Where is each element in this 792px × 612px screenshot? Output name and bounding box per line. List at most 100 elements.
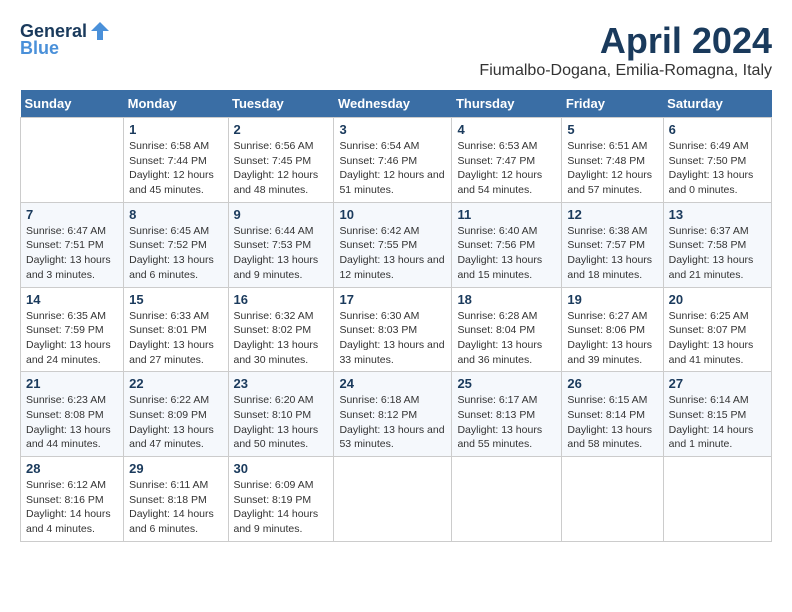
table-row: 10 Sunrise: 6:42 AMSunset: 7:55 PMDaylig… (334, 202, 452, 287)
table-row: 8 Sunrise: 6:45 AMSunset: 7:52 PMDayligh… (124, 202, 228, 287)
day-info: Sunrise: 6:27 AMSunset: 8:06 PMDaylight:… (567, 309, 657, 368)
day-info: Sunrise: 6:42 AMSunset: 7:55 PMDaylight:… (339, 224, 446, 283)
day-info: Sunrise: 6:28 AMSunset: 8:04 PMDaylight:… (457, 309, 556, 368)
table-row (334, 457, 452, 542)
table-row: 18 Sunrise: 6:28 AMSunset: 8:04 PMDaylig… (452, 287, 562, 372)
calendar-title: April 2024 (479, 20, 772, 62)
table-row: 21 Sunrise: 6:23 AMSunset: 8:08 PMDaylig… (21, 372, 124, 457)
day-info: Sunrise: 6:51 AMSunset: 7:48 PMDaylight:… (567, 139, 657, 198)
table-row: 6 Sunrise: 6:49 AMSunset: 7:50 PMDayligh… (663, 118, 771, 203)
day-number: 15 (129, 292, 222, 307)
table-row: 13 Sunrise: 6:37 AMSunset: 7:58 PMDaylig… (663, 202, 771, 287)
day-number: 2 (234, 122, 329, 137)
table-row: 27 Sunrise: 6:14 AMSunset: 8:15 PMDaylig… (663, 372, 771, 457)
calendar-week-row: 14 Sunrise: 6:35 AMSunset: 7:59 PMDaylig… (21, 287, 772, 372)
table-row: 2 Sunrise: 6:56 AMSunset: 7:45 PMDayligh… (228, 118, 334, 203)
day-number: 20 (669, 292, 766, 307)
day-number: 27 (669, 376, 766, 391)
day-info: Sunrise: 6:32 AMSunset: 8:02 PMDaylight:… (234, 309, 329, 368)
calendar-subtitle: Fiumalbo-Dogana, Emilia-Romagna, Italy (479, 62, 772, 80)
table-row: 22 Sunrise: 6:22 AMSunset: 8:09 PMDaylig… (124, 372, 228, 457)
day-number: 21 (26, 376, 118, 391)
day-number: 12 (567, 207, 657, 222)
day-number: 24 (339, 376, 446, 391)
day-number: 4 (457, 122, 556, 137)
calendar-week-row: 7 Sunrise: 6:47 AMSunset: 7:51 PMDayligh… (21, 202, 772, 287)
day-number: 26 (567, 376, 657, 391)
day-number: 1 (129, 122, 222, 137)
title-section: April 2024 Fiumalbo-Dogana, Emilia-Romag… (479, 20, 772, 80)
day-number: 7 (26, 207, 118, 222)
day-info: Sunrise: 6:40 AMSunset: 7:56 PMDaylight:… (457, 224, 556, 283)
header-sunday: Sunday (21, 90, 124, 118)
table-row: 29 Sunrise: 6:11 AMSunset: 8:18 PMDaylig… (124, 457, 228, 542)
logo-blue: Blue (20, 38, 59, 59)
day-number: 16 (234, 292, 329, 307)
day-number: 14 (26, 292, 118, 307)
header-saturday: Saturday (663, 90, 771, 118)
table-row: 20 Sunrise: 6:25 AMSunset: 8:07 PMDaylig… (663, 287, 771, 372)
calendar-table: Sunday Monday Tuesday Wednesday Thursday… (20, 90, 772, 542)
calendar-week-row: 28 Sunrise: 6:12 AMSunset: 8:16 PMDaylig… (21, 457, 772, 542)
day-number: 6 (669, 122, 766, 137)
table-row: 4 Sunrise: 6:53 AMSunset: 7:47 PMDayligh… (452, 118, 562, 203)
table-row: 12 Sunrise: 6:38 AMSunset: 7:57 PMDaylig… (562, 202, 663, 287)
day-info: Sunrise: 6:14 AMSunset: 8:15 PMDaylight:… (669, 393, 766, 452)
day-info: Sunrise: 6:47 AMSunset: 7:51 PMDaylight:… (26, 224, 118, 283)
day-info: Sunrise: 6:44 AMSunset: 7:53 PMDaylight:… (234, 224, 329, 283)
header-section: General Blue April 2024 Fiumalbo-Dogana,… (20, 20, 772, 80)
calendar-week-row: 21 Sunrise: 6:23 AMSunset: 8:08 PMDaylig… (21, 372, 772, 457)
table-row: 30 Sunrise: 6:09 AMSunset: 8:19 PMDaylig… (228, 457, 334, 542)
day-info: Sunrise: 6:15 AMSunset: 8:14 PMDaylight:… (567, 393, 657, 452)
table-row (562, 457, 663, 542)
day-info: Sunrise: 6:22 AMSunset: 8:09 PMDaylight:… (129, 393, 222, 452)
table-row (21, 118, 124, 203)
table-row: 1 Sunrise: 6:58 AMSunset: 7:44 PMDayligh… (124, 118, 228, 203)
weekday-header-row: Sunday Monday Tuesday Wednesday Thursday… (21, 90, 772, 118)
day-info: Sunrise: 6:23 AMSunset: 8:08 PMDaylight:… (26, 393, 118, 452)
day-number: 19 (567, 292, 657, 307)
day-number: 23 (234, 376, 329, 391)
day-number: 9 (234, 207, 329, 222)
day-number: 3 (339, 122, 446, 137)
day-info: Sunrise: 6:17 AMSunset: 8:13 PMDaylight:… (457, 393, 556, 452)
day-info: Sunrise: 6:33 AMSunset: 8:01 PMDaylight:… (129, 309, 222, 368)
day-number: 30 (234, 461, 329, 476)
logo-bird-icon (89, 20, 111, 42)
day-number: 10 (339, 207, 446, 222)
header-wednesday: Wednesday (334, 90, 452, 118)
table-row: 26 Sunrise: 6:15 AMSunset: 8:14 PMDaylig… (562, 372, 663, 457)
day-info: Sunrise: 6:18 AMSunset: 8:12 PMDaylight:… (339, 393, 446, 452)
logo: General Blue (20, 20, 111, 59)
table-row: 24 Sunrise: 6:18 AMSunset: 8:12 PMDaylig… (334, 372, 452, 457)
day-info: Sunrise: 6:53 AMSunset: 7:47 PMDaylight:… (457, 139, 556, 198)
table-row: 25 Sunrise: 6:17 AMSunset: 8:13 PMDaylig… (452, 372, 562, 457)
table-row: 23 Sunrise: 6:20 AMSunset: 8:10 PMDaylig… (228, 372, 334, 457)
table-row: 16 Sunrise: 6:32 AMSunset: 8:02 PMDaylig… (228, 287, 334, 372)
day-number: 5 (567, 122, 657, 137)
header-thursday: Thursday (452, 90, 562, 118)
header-friday: Friday (562, 90, 663, 118)
table-row: 9 Sunrise: 6:44 AMSunset: 7:53 PMDayligh… (228, 202, 334, 287)
day-number: 8 (129, 207, 222, 222)
day-info: Sunrise: 6:11 AMSunset: 8:18 PMDaylight:… (129, 478, 222, 537)
table-row: 28 Sunrise: 6:12 AMSunset: 8:16 PMDaylig… (21, 457, 124, 542)
table-row: 17 Sunrise: 6:30 AMSunset: 8:03 PMDaylig… (334, 287, 452, 372)
day-number: 18 (457, 292, 556, 307)
table-row: 11 Sunrise: 6:40 AMSunset: 7:56 PMDaylig… (452, 202, 562, 287)
table-row: 5 Sunrise: 6:51 AMSunset: 7:48 PMDayligh… (562, 118, 663, 203)
table-row: 19 Sunrise: 6:27 AMSunset: 8:06 PMDaylig… (562, 287, 663, 372)
table-row (663, 457, 771, 542)
day-info: Sunrise: 6:09 AMSunset: 8:19 PMDaylight:… (234, 478, 329, 537)
day-number: 13 (669, 207, 766, 222)
day-info: Sunrise: 6:56 AMSunset: 7:45 PMDaylight:… (234, 139, 329, 198)
table-row: 3 Sunrise: 6:54 AMSunset: 7:46 PMDayligh… (334, 118, 452, 203)
day-info: Sunrise: 6:54 AMSunset: 7:46 PMDaylight:… (339, 139, 446, 198)
day-info: Sunrise: 6:58 AMSunset: 7:44 PMDaylight:… (129, 139, 222, 198)
day-info: Sunrise: 6:25 AMSunset: 8:07 PMDaylight:… (669, 309, 766, 368)
day-info: Sunrise: 6:49 AMSunset: 7:50 PMDaylight:… (669, 139, 766, 198)
calendar-week-row: 1 Sunrise: 6:58 AMSunset: 7:44 PMDayligh… (21, 118, 772, 203)
table-row: 7 Sunrise: 6:47 AMSunset: 7:51 PMDayligh… (21, 202, 124, 287)
day-number: 22 (129, 376, 222, 391)
day-number: 29 (129, 461, 222, 476)
